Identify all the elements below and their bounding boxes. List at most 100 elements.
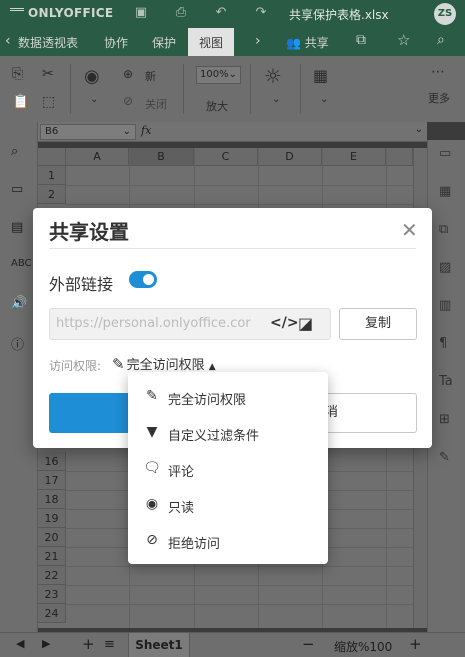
sheet-list-icon[interactable]: ≡ (104, 637, 115, 652)
copy-icon[interactable]: ⎘ (12, 66, 23, 82)
shape-settings-icon[interactable]: ⧉ (439, 222, 448, 237)
row-header[interactable]: 19 (38, 509, 66, 528)
row-header[interactable]: 17 (38, 471, 66, 490)
zoom-in-icon[interactable]: + (409, 635, 422, 653)
favorite-star-icon[interactable]: ☆ (397, 31, 410, 49)
cut-icon[interactable]: ✂ (42, 66, 54, 82)
undo-icon[interactable]: ↶ (212, 5, 230, 21)
copy-link-button[interactable]: 复制 (339, 308, 417, 340)
new-view-label[interactable]: 新 (145, 68, 156, 84)
menu-item-comment[interactable]: 🗨 评论 (128, 452, 328, 486)
signature-settings-icon[interactable]: ✎ (439, 450, 450, 465)
row-header[interactable]: 2 (38, 185, 66, 204)
dialog-title: 共享设置 (49, 220, 129, 244)
column-header-c[interactable]: C (194, 148, 258, 166)
paragraph-settings-icon[interactable]: ¶ (439, 336, 447, 351)
qr-code-icon[interactable]: ◪ (298, 314, 313, 333)
access-rights-label: 访问权限: (49, 359, 102, 373)
open-location-icon[interactable]: ⧉ (356, 32, 366, 48)
find-icon[interactable]: ⌕ (11, 144, 18, 159)
image-settings-icon[interactable]: ▨ (439, 260, 451, 275)
search-icon[interactable]: ⌕ (437, 32, 445, 48)
document-title: 共享保护表格.xlsx (289, 8, 389, 22)
chevron-left-icon[interactable]: ‹ (5, 33, 11, 49)
scroll-first-sheet-icon[interactable]: ◀ (16, 637, 24, 650)
column-header-b[interactable]: B (129, 148, 194, 166)
chevron-down-icon-3[interactable]: ⌄ (320, 94, 328, 105)
text-art-settings-icon[interactable]: Ta (439, 374, 453, 389)
share-button[interactable]: 👥 共享 (286, 34, 329, 51)
chart-settings-icon[interactable]: ▥ (439, 298, 451, 313)
sheet-view-eye-icon[interactable]: ◉ (84, 66, 100, 87)
chevron-down-icon[interactable]: ⌄ (90, 94, 98, 105)
embed-code-icon[interactable]: </> (270, 315, 299, 331)
about-info-icon[interactable]: ⓘ (11, 334, 24, 353)
tab-collaboration[interactable]: 协作 (104, 34, 128, 51)
tab-protection[interactable]: 保护 (152, 34, 176, 51)
row-header[interactable]: 1 (38, 166, 66, 185)
close-icon[interactable]: ✕ (401, 218, 418, 242)
interface-theme-sun-icon[interactable]: ☼ (264, 64, 282, 88)
menu-item-read-only[interactable]: ◉ 只读 (128, 488, 328, 522)
row-header[interactable]: 21 (38, 547, 66, 566)
menu-item-full-access[interactable]: ✎ 完全访问权限 (128, 380, 328, 414)
pencil-icon: ✎ (112, 355, 125, 373)
new-view-icon[interactable]: ⊕ (123, 67, 133, 81)
cell-settings-icon[interactable]: ▭ (439, 146, 451, 161)
select-all-icon[interactable]: ⬚ (42, 94, 55, 110)
zoom-select[interactable]: 100%⌄ (196, 66, 241, 84)
user-avatar[interactable]: ZS (434, 3, 456, 25)
chevron-right-icon[interactable]: › (255, 33, 261, 49)
chat-icon[interactable]: ▤ (11, 220, 23, 235)
function-icon[interactable]: fx (141, 124, 151, 137)
filter-icon: ▼ (146, 424, 158, 440)
table-settings-icon[interactable]: ▦ (439, 184, 451, 199)
row-header[interactable]: 16 (38, 452, 66, 471)
redo-icon[interactable]: ↷ (252, 5, 270, 21)
row-header[interactable]: 20 (38, 528, 66, 547)
status-bar: ◀ ▶ + ≡ Sheet1 − 缩放%100 + (0, 632, 465, 657)
save-icon[interactable]: ▣ (132, 5, 150, 21)
eye-icon: ◉ (145, 496, 159, 512)
comments-icon[interactable]: ▭ (11, 182, 23, 197)
feedback-icon[interactable]: 🔊 (11, 296, 27, 311)
external-link-label: 外部链接 (49, 275, 114, 294)
right-sidebar: ▭ ▦ ⧉ ▨ ▥ ¶ Ta ⊞ ✎ (427, 140, 465, 632)
zoom-out-icon[interactable]: − (302, 635, 315, 653)
more-dots-icon[interactable]: ⋯ (431, 64, 445, 80)
tab-pivot-table[interactable]: 数据透视表 (18, 34, 78, 51)
column-header-f[interactable] (386, 148, 413, 166)
zoom-level-text: 缩放%100 (334, 640, 393, 654)
tab-view[interactable]: 视图 (188, 28, 235, 56)
column-header-a[interactable]: A (66, 148, 129, 166)
spellcheck-icon[interactable]: ABC (11, 258, 32, 269)
share-link-field[interactable]: https://personal.onlyoffice.cor </> ◪ (49, 308, 331, 340)
title-bar: ONLYOFFICE ▣ ⎙ ↶ ↷ 共享保护表格.xlsx ZS (0, 0, 465, 28)
row-header[interactable]: 23 (38, 585, 66, 604)
column-header-d[interactable]: D (258, 148, 322, 166)
scroll-last-sheet-icon[interactable]: ▶ (42, 637, 50, 650)
external-link-toggle[interactable] (129, 271, 157, 288)
paste-icon[interactable]: 📋 (12, 94, 29, 110)
row-header[interactable]: 24 (38, 604, 66, 623)
column-header-e[interactable]: E (322, 148, 386, 166)
expand-formula-icon[interactable]: ⌄ (415, 124, 423, 135)
menu-item-custom-filter[interactable]: ▼ 自定义过滤条件 (128, 416, 328, 450)
formula-bar: B6 ⌄ fx ⌄ (38, 122, 427, 142)
add-sheet-icon[interactable]: + (82, 635, 95, 653)
chevron-down-icon-2[interactable]: ⌄ (272, 94, 280, 105)
share-link-url[interactable]: https://personal.onlyoffice.cor (56, 316, 254, 331)
menu-item-deny-access[interactable]: ⊘ 拒绝访问 (128, 524, 328, 558)
access-rights-dropdown[interactable]: ✎ 完全访问权限 ▲ (112, 354, 216, 373)
cell-reference-box[interactable]: B6 ⌄ (40, 124, 136, 140)
close-view-icon: ⊘ (123, 94, 134, 108)
access-rights-menu: ✎ 完全访问权限 ▼ 自定义过滤条件 🗨 评论 ◉ 只读 ⊘ 拒绝访问 (128, 372, 328, 564)
pivot-settings-icon[interactable]: ⊞ (439, 412, 450, 427)
row-header[interactable]: 18 (38, 490, 66, 509)
row-header[interactable]: 22 (38, 566, 66, 585)
freeze-panes-icon[interactable]: ▦ (313, 66, 328, 85)
sheet-tab[interactable]: Sheet1 (128, 633, 190, 657)
print-icon[interactable]: ⎙ (172, 5, 190, 21)
more-label[interactable]: 更多 (428, 90, 450, 106)
select-all-corner[interactable] (38, 148, 66, 166)
